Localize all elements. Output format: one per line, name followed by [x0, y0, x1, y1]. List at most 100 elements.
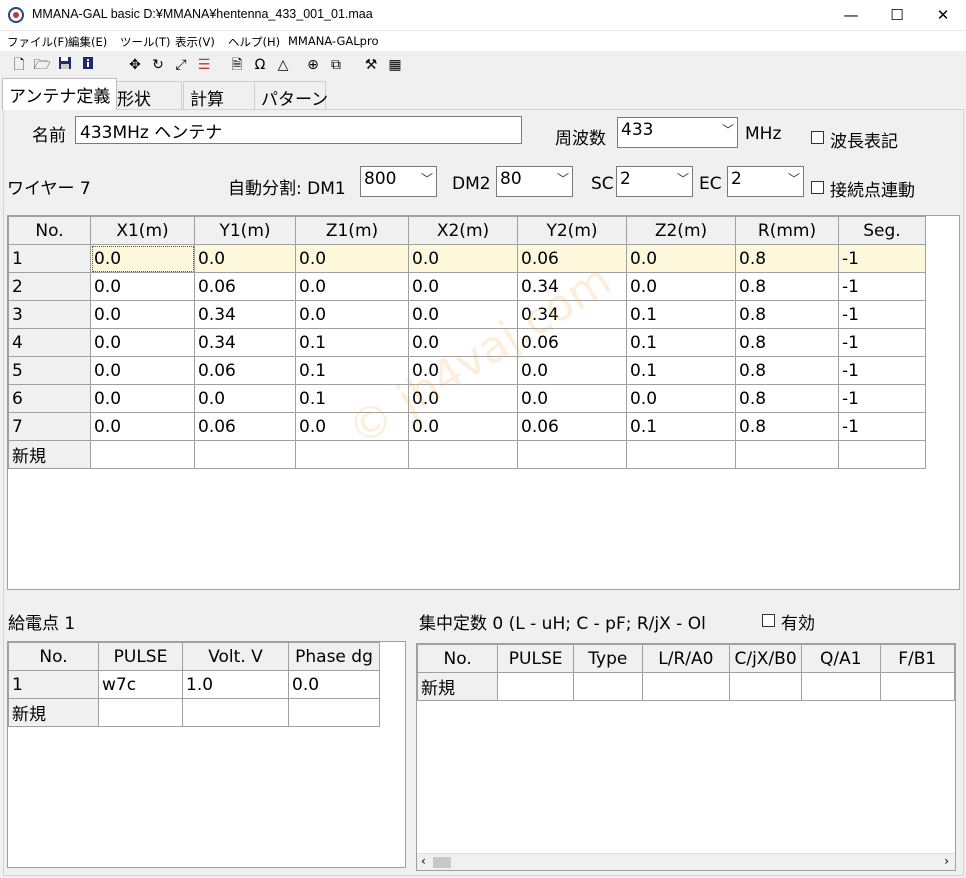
- chevron-right-icon[interactable]: ›: [944, 854, 949, 868]
- table-cell[interactable]: 0.8: [735, 356, 839, 385]
- table-cell[interactable]: -1: [838, 300, 926, 329]
- tab-calculation[interactable]: 計算: [183, 81, 255, 110]
- table-cell[interactable]: 0.0: [408, 300, 518, 329]
- table-cell[interactable]: 0.34: [194, 300, 296, 329]
- table-cell[interactable]: 0.1: [626, 300, 736, 329]
- open-folder-icon[interactable]: 🗁: [33, 56, 51, 74]
- wavelength-checkbox[interactable]: [811, 131, 824, 144]
- table-row-new[interactable]: 新規: [8, 440, 926, 469]
- table-cell[interactable]: [497, 672, 574, 701]
- table-row[interactable]: 4 0.0 0.34 0.1 0.0 0.06 0.1 0.8 -1: [8, 328, 926, 357]
- move-icon[interactable]: ✥: [126, 56, 144, 74]
- rotate-icon[interactable]: ↻: [149, 56, 167, 74]
- table-cell[interactable]: 0.34: [517, 300, 627, 329]
- table-row[interactable]: 1 0.0 0.0 0.0 0.0 0.06 0.0 0.8 -1: [8, 244, 926, 273]
- table-cell[interactable]: [295, 440, 409, 469]
- table-cell[interactable]: -1: [838, 328, 926, 357]
- table-cell[interactable]: [641, 672, 731, 701]
- table-cell[interactable]: 0.0: [517, 356, 627, 385]
- table-cell[interactable]: 0.1: [295, 328, 409, 357]
- table-cell[interactable]: 0.0: [90, 300, 195, 329]
- menu-view[interactable]: 表示(V): [175, 34, 215, 50]
- chevron-left-icon[interactable]: ‹: [421, 854, 426, 868]
- maximize-button[interactable]: ☐: [874, 0, 920, 31]
- column-header[interactable]: Z2(m): [626, 216, 736, 245]
- table-cell[interactable]: 0.06: [517, 244, 627, 273]
- table-cell[interactable]: 0.0: [194, 384, 296, 413]
- table-cell[interactable]: 0.34: [194, 328, 296, 357]
- close-button[interactable]: ✕: [920, 0, 966, 31]
- table-cell[interactable]: 0.0: [90, 384, 195, 413]
- minimize-button[interactable]: —: [828, 0, 874, 31]
- table-cell[interactable]: 0.0: [90, 412, 195, 441]
- document-icon[interactable]: 🗎: [228, 56, 246, 74]
- table-row[interactable]: 6 0.0 0.0 0.1 0.0 0.0 0.0 0.8 -1: [8, 384, 926, 413]
- resize-icon[interactable]: ⤢: [172, 56, 190, 74]
- column-header[interactable]: No.: [8, 642, 99, 671]
- table-cell[interactable]: -1: [838, 244, 926, 273]
- menu-help[interactable]: ヘルプ(H): [228, 34, 280, 50]
- table-cell[interactable]: -1: [838, 272, 926, 301]
- new-file-icon[interactable]: 🗋: [10, 56, 28, 74]
- table-cell[interactable]: -1: [838, 356, 926, 385]
- column-header[interactable]: No.: [417, 644, 499, 673]
- dm2-select[interactable]: 80 ﹀: [496, 166, 573, 197]
- tab-antenna-definition[interactable]: アンテナ定義: [2, 78, 118, 110]
- table-cell[interactable]: [182, 698, 289, 727]
- table-cell[interactable]: 0.0: [194, 244, 296, 273]
- row-number[interactable]: 6: [8, 384, 91, 413]
- table-cell[interactable]: [98, 698, 183, 727]
- column-header[interactable]: R(mm): [735, 216, 839, 245]
- table-cell[interactable]: 0.0: [626, 384, 736, 413]
- table-cell[interactable]: 0.34: [517, 272, 627, 301]
- column-header[interactable]: Q/A1: [801, 644, 881, 673]
- table-cell[interactable]: 0.1: [295, 356, 409, 385]
- table-cell[interactable]: 0.8: [735, 412, 839, 441]
- table-cell[interactable]: 0.06: [194, 272, 296, 301]
- table-cell[interactable]: 0.8: [735, 300, 839, 329]
- table-cell[interactable]: 0.06: [517, 412, 627, 441]
- menu-file[interactable]: ファイル(F): [7, 34, 69, 50]
- table-cell[interactable]: 0.0: [90, 244, 195, 273]
- table-cell[interactable]: 0.1: [626, 412, 736, 441]
- tools-icon[interactable]: ⚒: [362, 56, 380, 74]
- copy-icon[interactable]: ⧉: [327, 56, 345, 74]
- column-header[interactable]: L/R/A0: [641, 644, 731, 673]
- wire-edit-icon[interactable]: ☰: [195, 56, 213, 74]
- table-cell[interactable]: 0.06: [194, 356, 296, 385]
- table-row[interactable]: 5 0.0 0.06 0.1 0.0 0.0 0.1 0.8 -1: [8, 356, 926, 385]
- loads-horizontal-scrollbar[interactable]: ‹ ›: [417, 853, 955, 870]
- table-cell[interactable]: 0.0: [408, 328, 518, 357]
- row-number[interactable]: 3: [8, 300, 91, 329]
- table-cell[interactable]: 0.0: [517, 384, 627, 413]
- row-number[interactable]: 2: [8, 272, 91, 301]
- table-cell[interactable]: [194, 440, 296, 469]
- column-header[interactable]: No.: [8, 216, 91, 245]
- tab-shape[interactable]: 形状: [110, 81, 182, 110]
- table-cell[interactable]: 0.0: [90, 272, 195, 301]
- column-header[interactable]: X1(m): [90, 216, 195, 245]
- table-cell[interactable]: 0.1: [295, 384, 409, 413]
- table-cell[interactable]: [729, 672, 803, 701]
- table-row[interactable]: 1 w7c 1.0 0.0: [8, 670, 380, 699]
- row-number[interactable]: 4: [8, 328, 91, 357]
- table-cell[interactable]: [838, 440, 926, 469]
- row-number[interactable]: 1: [8, 244, 91, 273]
- triangle-icon[interactable]: △: [274, 56, 292, 74]
- table-cell[interactable]: 0.0: [408, 384, 518, 413]
- table-cell[interactable]: 0.0: [295, 244, 409, 273]
- table-cell[interactable]: 0.0: [90, 328, 195, 357]
- table-cell[interactable]: -1: [838, 412, 926, 441]
- tab-pattern[interactable]: パターン: [254, 81, 328, 110]
- table-row-new[interactable]: 新規: [417, 672, 955, 701]
- table-cell[interactable]: 0.0: [626, 272, 736, 301]
- table-cell[interactable]: 0.8: [735, 328, 839, 357]
- save-icon[interactable]: [56, 56, 74, 74]
- omega-icon[interactable]: Ω: [251, 56, 269, 74]
- table-cell[interactable]: 0.0: [408, 244, 518, 273]
- column-header[interactable]: F/B1: [879, 644, 955, 673]
- sc-select[interactable]: 2 ﹀: [616, 166, 693, 197]
- column-header[interactable]: Phase dg: [288, 642, 380, 671]
- table-row-new[interactable]: 新規: [8, 698, 380, 727]
- row-number[interactable]: 5: [8, 356, 91, 385]
